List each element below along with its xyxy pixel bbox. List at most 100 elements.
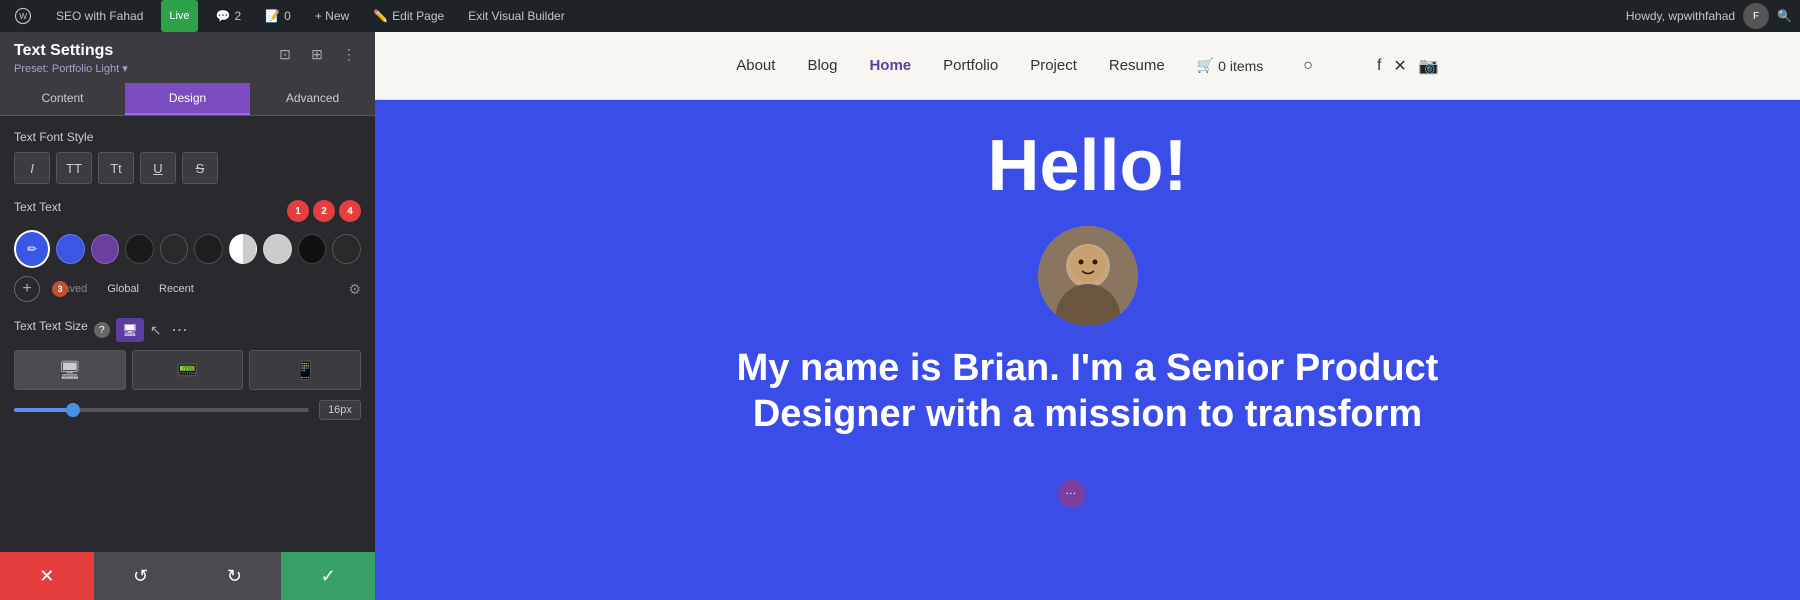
main-layout: Text Settings Preset: Portfolio Light ▾ … — [0, 32, 1800, 600]
hero-title: Hello! — [987, 130, 1187, 202]
bottom-action-bar: ✕ ↺ ↻ ✓ — [0, 552, 375, 600]
admin-notes[interactable]: 📝 0 — [259, 0, 297, 32]
nav-home[interactable]: Home — [869, 57, 911, 74]
admin-avatar[interactable]: F — [1743, 3, 1769, 29]
color-swatch-black2[interactable] — [160, 234, 189, 264]
admin-site-name[interactable]: SEO with Fahad — [50, 0, 149, 32]
panel-minimize-icon[interactable]: ⊡ — [273, 42, 297, 66]
tab-design[interactable]: Design — [125, 83, 250, 115]
color-swatch-light[interactable] — [263, 234, 292, 264]
font-size-slider-track — [14, 408, 309, 412]
text-size-header: Text Text Size ? 🖥 ↖ ⋯ — [14, 318, 361, 342]
redo-button[interactable]: ↻ — [188, 552, 282, 600]
panel-title-section: Text Settings Preset: Portfolio Light ▾ — [14, 42, 128, 75]
panel-menu-icon[interactable]: ⋮ — [337, 42, 361, 66]
color-swatch-half1[interactable] — [229, 234, 258, 264]
font-size-slider-row: 16px — [14, 400, 361, 420]
site-search-icon[interactable]: ○ — [1303, 57, 1313, 75]
admin-bar: W SEO with Fahad Live 💬 2 📝 0 + New ✏️ E… — [0, 0, 1800, 32]
tablet-size-btn[interactable]: 📟 — [132, 350, 244, 390]
cart-count: 0 items — [1218, 58, 1263, 74]
pencil-icon: ✏ — [27, 242, 37, 256]
admin-live-badge[interactable]: Live — [161, 0, 197, 32]
site-preview: About Blog Home Portfolio Project Resume… — [375, 32, 1800, 600]
strikethrough-btn[interactable]: S — [182, 152, 218, 184]
color-badge-3[interactable]: 3 — [52, 281, 68, 297]
mobile-size-btn[interactable]: 📱 — [249, 350, 361, 390]
color-tab-recent[interactable]: Recent — [151, 280, 202, 298]
admin-exit-builder[interactable]: Exit Visual Builder — [462, 0, 571, 32]
font-style-section: Text Font Style I TT Tt U S — [14, 130, 361, 184]
color-tabs-row: + 3 Saved Global Recent ⚙ — [14, 276, 361, 302]
cursor-icon: ↖ — [150, 322, 162, 339]
nav-blog[interactable]: Blog — [807, 57, 837, 74]
color-swatch-dark2[interactable] — [332, 234, 361, 264]
font-style-buttons: I TT Tt U S — [14, 152, 361, 184]
avatar-svg — [1038, 226, 1138, 326]
nav-portfolio[interactable]: Portfolio — [943, 57, 998, 74]
tab-content[interactable]: Content — [0, 83, 125, 115]
instagram-icon[interactable]: 📷 — [1419, 56, 1439, 76]
howdy-text: Howdy, wpwithfahad — [1626, 9, 1735, 23]
desktop-size-icon: 🖥 — [58, 360, 81, 381]
admin-new[interactable]: + New — [309, 0, 355, 32]
add-color-btn[interactable]: + — [14, 276, 40, 302]
cart-icon: 🛒 — [1197, 57, 1214, 74]
help-icon[interactable]: ? — [94, 322, 110, 338]
desktop-size-btn[interactable]: 🖥 — [14, 350, 126, 390]
cancel-button[interactable]: ✕ — [0, 552, 94, 600]
purple-dot-indicator: ··· — [1058, 480, 1086, 508]
site-navigation: About Blog Home Portfolio Project Resume… — [375, 32, 1800, 100]
panel-preset[interactable]: Preset: Portfolio Light ▾ — [14, 62, 128, 75]
tab-advanced[interactable]: Advanced — [250, 83, 375, 115]
purple-dot-dots: ··· — [1066, 489, 1077, 499]
color-settings-icon[interactable]: ⚙ — [348, 281, 361, 298]
admin-edit-page[interactable]: ✏️ Edit Page — [367, 0, 450, 32]
panel-tabs: Content Design Advanced — [0, 83, 375, 116]
nav-about[interactable]: About — [736, 57, 775, 74]
nav-resume[interactable]: Resume — [1109, 57, 1165, 74]
underline-btn[interactable]: U — [140, 152, 176, 184]
panel-title: Text Settings — [14, 42, 128, 60]
color-tab-global[interactable]: Global — [99, 280, 147, 298]
avatar-image — [1038, 226, 1138, 326]
color-swatch-dark1[interactable] — [298, 234, 327, 264]
font-size-value[interactable]: 16px — [319, 400, 361, 420]
panel-header: Text Settings Preset: Portfolio Light ▾ … — [0, 32, 375, 83]
uppercase-btn[interactable]: TT — [56, 152, 92, 184]
tablet-size-icon: 📟 — [176, 360, 198, 381]
color-badge-1[interactable]: 1 — [287, 200, 309, 222]
cart-area[interactable]: 🛒 0 items — [1197, 57, 1264, 74]
nav-project[interactable]: Project — [1030, 57, 1077, 74]
color-label: Text Text — [14, 200, 61, 214]
color-swatch-blue[interactable] — [56, 234, 85, 264]
text-settings-panel: Text Settings Preset: Portfolio Light ▾ … — [0, 32, 375, 600]
color-badge-2[interactable]: 2 — [313, 200, 335, 222]
color-badge-4[interactable]: 4 — [339, 200, 361, 222]
font-style-label: Text Font Style — [14, 130, 361, 144]
wordpress-icon: W — [14, 7, 32, 25]
color-picker-main[interactable]: ✏ — [14, 230, 50, 268]
slider-thumb[interactable] — [66, 403, 80, 417]
color-swatch-black3[interactable] — [194, 234, 223, 264]
twitter-icon[interactable]: ✕ — [1393, 56, 1406, 76]
undo-button[interactable]: ↺ — [94, 552, 188, 600]
color-section-header: Text Text 1 2 4 — [14, 200, 361, 222]
admin-comments[interactable]: 💬 2 — [210, 0, 248, 32]
capitalize-btn[interactable]: Tt — [98, 152, 134, 184]
device-desktop-btn[interactable]: 🖥 — [116, 318, 144, 342]
hero-section: Hello! — [375, 100, 1800, 600]
italic-btn[interactable]: I — [14, 152, 50, 184]
color-badges: 1 2 4 — [287, 200, 361, 222]
color-swatch-purple[interactable] — [91, 234, 120, 264]
text-size-section: Text Text Size ? 🖥 ↖ ⋯ 🖥 📟 — [14, 318, 361, 420]
social-icons: f ✕ 📷 — [1377, 56, 1439, 76]
admin-wp-logo[interactable]: W — [8, 0, 38, 32]
save-button[interactable]: ✓ — [281, 552, 375, 600]
more-options-icon[interactable]: ⋯ — [168, 318, 192, 342]
panel-expand-icon[interactable]: ⊞ — [305, 42, 329, 66]
facebook-icon[interactable]: f — [1377, 57, 1381, 75]
admin-search-icon[interactable]: 🔍 — [1777, 9, 1792, 23]
color-picker-row: ✏ — [14, 230, 361, 268]
color-swatch-black1[interactable] — [125, 234, 154, 264]
